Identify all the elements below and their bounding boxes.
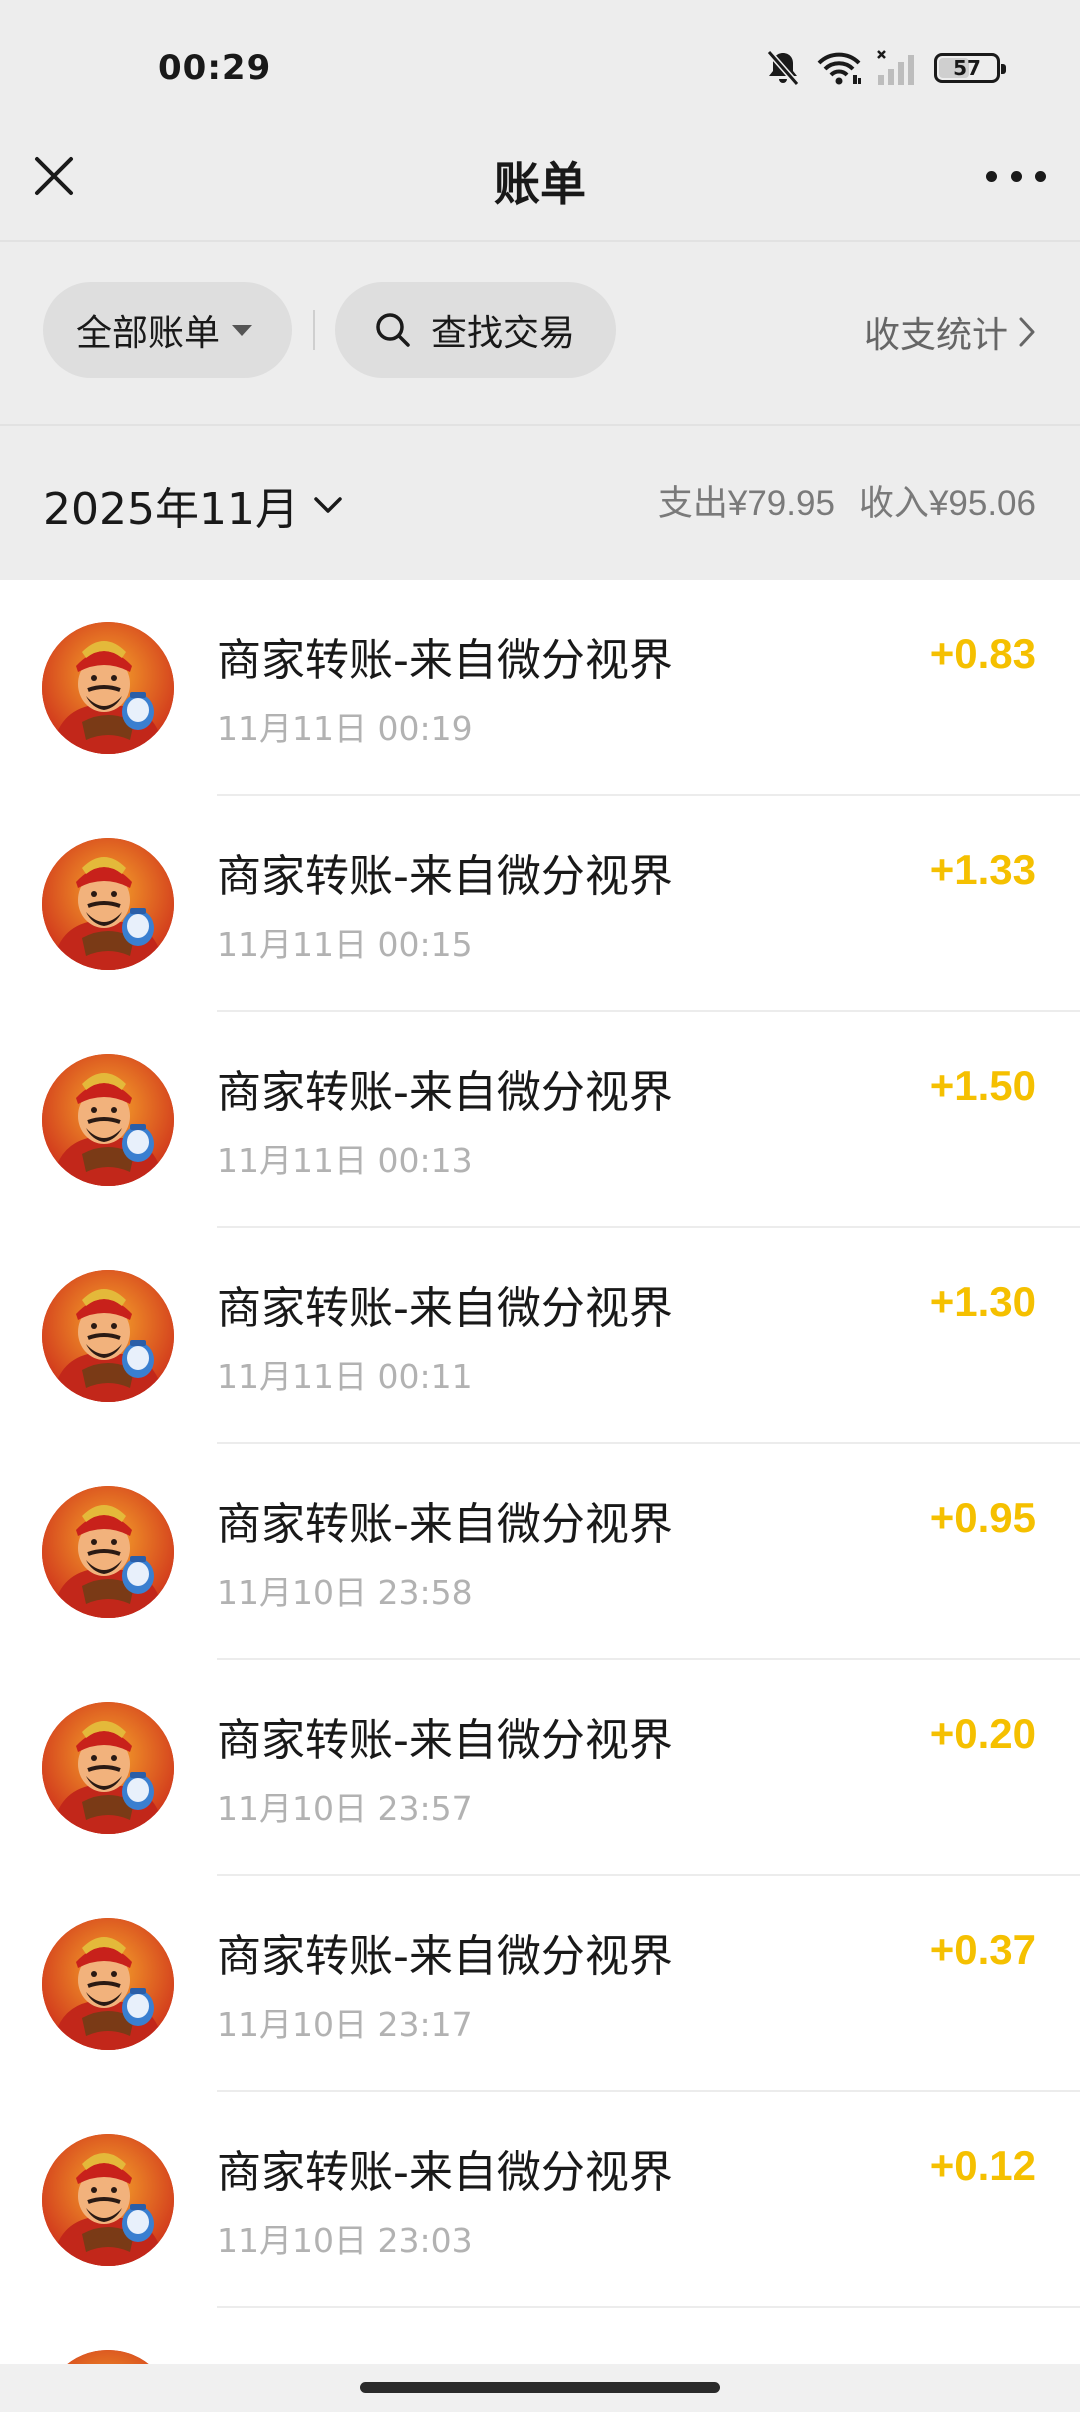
transaction-amount: +0.20 [929, 1710, 1036, 1757]
battery-level: 57 [953, 56, 981, 80]
transaction-time: 11月10日 23:03 [217, 2221, 473, 2260]
god-of-wealth-avatar-image [42, 2134, 174, 2266]
search-icon [376, 313, 410, 347]
transaction-row[interactable]: 商家转账-来自微分视界 11月11日 00:19 +0.83 [0, 580, 1080, 796]
merchant-avatar [42, 1270, 174, 1402]
transaction-title: 商家转账-来自微分视界 [217, 1283, 673, 1334]
merchant-avatar [42, 1486, 174, 1618]
expense-summary: 支出¥79.95 [658, 475, 835, 526]
god-of-wealth-avatar-image [42, 622, 174, 754]
merchant-avatar [42, 2134, 174, 2266]
income-expense-stats-link[interactable]: 收支统计 [864, 306, 1036, 358]
transaction-amount: +0.37 [929, 1926, 1036, 1973]
transaction-title: 商家转账-来自微分视界 [217, 851, 673, 902]
bill-page: 00:29 57 账单 全部账单 查找交易 收支统计 2025年11月 支出¥7… [0, 0, 1080, 2412]
mute-bell-icon [766, 50, 800, 86]
transaction-row[interactable]: 商家转账-来自微分视界 11月10日 23:58 +0.95 [0, 1444, 1080, 1660]
transaction-amount: +1.33 [929, 846, 1036, 893]
transaction-row[interactable]: 商家转账-来自微分视界 11月11日 00:13 +1.50 [0, 1012, 1080, 1228]
merchant-avatar [42, 1918, 174, 2050]
month-header: 2025年11月 支出¥79.95 收入¥95.06 [0, 425, 1080, 580]
month-summary: 支出¥79.95 收入¥95.06 [658, 475, 1036, 526]
transaction-title: 商家转账-来自微分视界 [217, 1931, 673, 1982]
transaction-time: 11月11日 00:13 [217, 1141, 473, 1180]
filter-separator [313, 310, 315, 350]
month-label: 2025年11月 [43, 484, 299, 535]
merchant-avatar [42, 1054, 174, 1186]
transaction-title: 商家转账-来自微分视界 [217, 2147, 673, 2198]
search-label: 查找交易 [431, 313, 576, 354]
god-of-wealth-avatar-image [42, 1054, 174, 1186]
transaction-amount: +1.50 [929, 1062, 1036, 1109]
status-time: 00:29 [158, 48, 272, 88]
month-selector[interactable]: 2025年11月 [43, 473, 343, 537]
expense-amount: ¥79.95 [727, 484, 835, 523]
merchant-avatar [42, 622, 174, 754]
all-bills-label: 全部账单 [76, 313, 221, 354]
transaction-row[interactable]: 商家转账-来自微分视界 11月11日 00:15 +1.33 [0, 796, 1080, 1012]
more-dots-icon[interactable] [986, 150, 1046, 202]
battery-icon: 57 [934, 53, 1006, 83]
transaction-row[interactable]: 商家转账-来自微分视界 11月11日 00:11 +1.30 [0, 1228, 1080, 1444]
transaction-amount: +0.95 [929, 1494, 1036, 1541]
gesture-bar-area [0, 2364, 1080, 2412]
god-of-wealth-avatar-image [42, 1486, 174, 1618]
transaction-time: 11月11日 00:11 [217, 1357, 473, 1396]
transaction-row[interactable]: 商家转账-来自微分视界 [0, 2308, 1080, 2370]
chevron-down-icon [314, 497, 342, 513]
transaction-row[interactable]: 商家转账-来自微分视界 11月10日 23:57 +0.20 [0, 1660, 1080, 1876]
cellular-signal-icon [877, 50, 914, 85]
page-title: 账单 [494, 157, 586, 211]
home-indicator[interactable] [360, 2382, 720, 2393]
transaction-list: 商家转账-来自微分视界 11月11日 00:19 +0.83 商家转账-来自微分… [0, 580, 1080, 2370]
transaction-row[interactable]: 商家转账-来自微分视界 11月10日 23:03 +0.12 [0, 2092, 1080, 2308]
god-of-wealth-avatar-image [42, 1702, 174, 1834]
transaction-title: 商家转账-来自微分视界 [217, 1715, 673, 1766]
nav-bar: 账单 [0, 120, 1080, 238]
stats-label: 收支统计 [863, 315, 1008, 356]
wifi-icon [817, 52, 861, 85]
transaction-time: 11月10日 23:57 [217, 1789, 473, 1828]
transaction-time: 11月10日 23:17 [217, 2005, 473, 2044]
dot [1035, 170, 1046, 182]
transaction-row[interactable]: 商家转账-来自微分视界 11月10日 23:17 +0.37 [0, 1876, 1080, 2092]
status-icons: 57 [764, 46, 1006, 90]
transaction-title: 商家转账-来自微分视界 [217, 1499, 673, 1550]
all-bills-filter-button[interactable]: 全部账单 [43, 282, 292, 378]
caret-down-icon [232, 324, 253, 336]
god-of-wealth-avatar-image [42, 838, 174, 970]
merchant-avatar [42, 838, 174, 970]
transaction-title: 商家转账-来自微分视界 [217, 635, 673, 686]
expense-label: 支出 [657, 484, 728, 524]
transaction-time: 11月11日 00:15 [217, 925, 473, 964]
transaction-amount: +1.30 [929, 1278, 1036, 1325]
chevron-right-icon [1019, 317, 1035, 347]
merchant-avatar [42, 1702, 174, 1834]
dot [1010, 170, 1022, 182]
transaction-title: 商家转账-来自微分视界 [217, 1067, 673, 1118]
search-transactions-button[interactable]: 查找交易 [335, 282, 616, 378]
status-bar: 00:29 57 [0, 0, 1080, 140]
income-amount: ¥95.06 [928, 484, 1036, 523]
transaction-amount: +0.12 [929, 2142, 1036, 2189]
transaction-time: 11月10日 23:58 [217, 1573, 473, 1612]
transaction-amount: +0.83 [929, 630, 1036, 677]
income-label: 收入 [858, 484, 929, 524]
god-of-wealth-avatar-image [42, 1918, 174, 2050]
transaction-time: 11月11日 00:19 [217, 709, 473, 748]
income-summary: 收入¥95.06 [859, 475, 1036, 526]
dot [986, 170, 997, 182]
filter-bar: 全部账单 查找交易 收支统计 [0, 240, 1080, 424]
god-of-wealth-avatar-image [42, 1270, 174, 1402]
